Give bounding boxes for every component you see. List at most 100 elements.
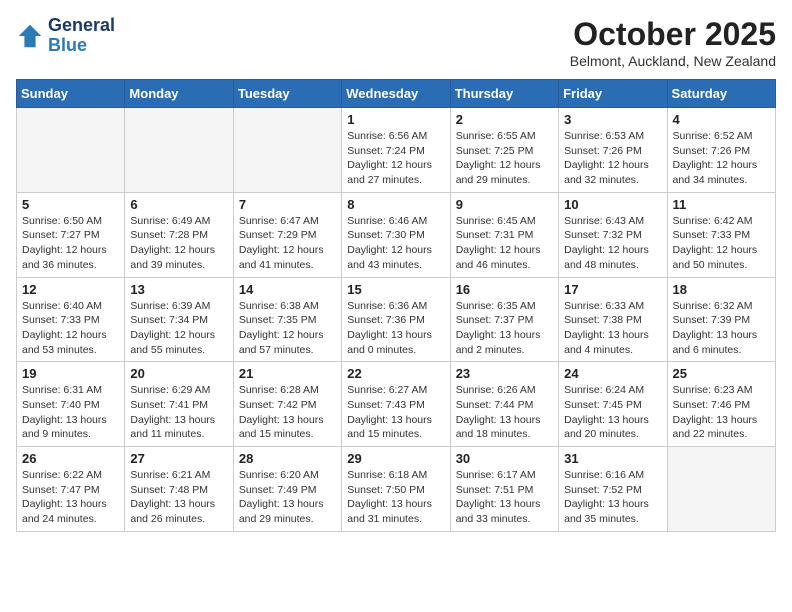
day-info: Sunrise: 6:52 AM Sunset: 7:26 PM Dayligh… <box>673 129 770 188</box>
calendar-cell: 17 Sunrise: 6:33 AM Sunset: 7:38 PM Dayli… <box>559 277 667 362</box>
calendar-cell <box>17 108 125 193</box>
page-header: General Blue October 2025 Belmont, Auckl… <box>16 16 776 69</box>
day-number: 14 <box>239 282 336 297</box>
day-number: 23 <box>456 366 553 381</box>
day-info: Sunrise: 6:24 AM Sunset: 7:45 PM Dayligh… <box>564 383 661 442</box>
day-info: Sunrise: 6:43 AM Sunset: 7:32 PM Dayligh… <box>564 214 661 273</box>
calendar-cell: 2 Sunrise: 6:55 AM Sunset: 7:25 PM Daylig… <box>450 108 558 193</box>
day-number: 19 <box>22 366 119 381</box>
day-number: 2 <box>456 112 553 127</box>
weekday-header-thursday: Thursday <box>450 80 558 108</box>
day-info: Sunrise: 6:50 AM Sunset: 7:27 PM Dayligh… <box>22 214 119 273</box>
weekday-header-friday: Friday <box>559 80 667 108</box>
day-number: 16 <box>456 282 553 297</box>
calendar-cell: 14 Sunrise: 6:38 AM Sunset: 7:35 PM Dayli… <box>233 277 341 362</box>
day-info: Sunrise: 6:40 AM Sunset: 7:33 PM Dayligh… <box>22 299 119 358</box>
logo-text: General Blue <box>48 16 115 56</box>
day-info: Sunrise: 6:45 AM Sunset: 7:31 PM Dayligh… <box>456 214 553 273</box>
day-info: Sunrise: 6:46 AM Sunset: 7:30 PM Dayligh… <box>347 214 444 273</box>
location: Belmont, Auckland, New Zealand <box>570 53 776 69</box>
day-number: 5 <box>22 197 119 212</box>
calendar-cell: 13 Sunrise: 6:39 AM Sunset: 7:34 PM Dayli… <box>125 277 233 362</box>
day-number: 21 <box>239 366 336 381</box>
calendar-cell: 16 Sunrise: 6:35 AM Sunset: 7:37 PM Dayli… <box>450 277 558 362</box>
weekday-header-sunday: Sunday <box>17 80 125 108</box>
day-info: Sunrise: 6:16 AM Sunset: 7:52 PM Dayligh… <box>564 468 661 527</box>
day-number: 17 <box>564 282 661 297</box>
calendar-cell: 4Sunrise: 6:52 AM Sunset: 7:26 PM Daylig… <box>667 108 775 193</box>
weekday-header-tuesday: Tuesday <box>233 80 341 108</box>
month-title: October 2025 <box>570 16 776 53</box>
weekday-header-wednesday: Wednesday <box>342 80 450 108</box>
calendar-cell: 27 Sunrise: 6:21 AM Sunset: 7:48 PM Dayli… <box>125 447 233 532</box>
calendar-cell: 7 Sunrise: 6:47 AM Sunset: 7:29 PM Daylig… <box>233 192 341 277</box>
day-number: 22 <box>347 366 444 381</box>
day-info: Sunrise: 6:27 AM Sunset: 7:43 PM Dayligh… <box>347 383 444 442</box>
calendar-cell: 28 Sunrise: 6:20 AM Sunset: 7:49 PM Dayli… <box>233 447 341 532</box>
day-number: 25 <box>673 366 770 381</box>
day-info: Sunrise: 6:39 AM Sunset: 7:34 PM Dayligh… <box>130 299 227 358</box>
day-info: Sunrise: 6:42 AM Sunset: 7:33 PM Dayligh… <box>673 214 770 273</box>
calendar-cell: 6 Sunrise: 6:49 AM Sunset: 7:28 PM Daylig… <box>125 192 233 277</box>
day-info: Sunrise: 6:28 AM Sunset: 7:42 PM Dayligh… <box>239 383 336 442</box>
day-info: Sunrise: 6:29 AM Sunset: 7:41 PM Dayligh… <box>130 383 227 442</box>
day-info: Sunrise: 6:32 AM Sunset: 7:39 PM Dayligh… <box>673 299 770 358</box>
calendar-cell: 31 Sunrise: 6:16 AM Sunset: 7:52 PM Dayli… <box>559 447 667 532</box>
day-info: Sunrise: 6:26 AM Sunset: 7:44 PM Dayligh… <box>456 383 553 442</box>
calendar-cell: 12 Sunrise: 6:40 AM Sunset: 7:33 PM Dayli… <box>17 277 125 362</box>
day-info: Sunrise: 6:22 AM Sunset: 7:47 PM Dayligh… <box>22 468 119 527</box>
calendar-cell: 26Sunrise: 6:22 AM Sunset: 7:47 PM Dayli… <box>17 447 125 532</box>
day-number: 10 <box>564 197 661 212</box>
week-row-4: 19 Sunrise: 6:31 AM Sunset: 7:40 PM Dayli… <box>17 362 776 447</box>
day-info: Sunrise: 6:55 AM Sunset: 7:25 PM Dayligh… <box>456 129 553 188</box>
day-info: Sunrise: 6:47 AM Sunset: 7:29 PM Dayligh… <box>239 214 336 273</box>
logo-icon <box>16 22 44 50</box>
day-number: 24 <box>564 366 661 381</box>
calendar-cell: 20 Sunrise: 6:29 AM Sunset: 7:41 PM Dayli… <box>125 362 233 447</box>
week-row-2: 5 Sunrise: 6:50 AM Sunset: 7:27 PM Daylig… <box>17 192 776 277</box>
day-info: Sunrise: 6:49 AM Sunset: 7:28 PM Dayligh… <box>130 214 227 273</box>
day-info: Sunrise: 6:38 AM Sunset: 7:35 PM Dayligh… <box>239 299 336 358</box>
day-info: Sunrise: 6:36 AM Sunset: 7:36 PM Dayligh… <box>347 299 444 358</box>
calendar-table: SundayMondayTuesdayWednesdayThursdayFrid… <box>16 79 776 532</box>
day-number: 13 <box>130 282 227 297</box>
day-info: Sunrise: 6:53 AM Sunset: 7:26 PM Dayligh… <box>564 129 661 188</box>
day-number: 12 <box>22 282 119 297</box>
calendar-cell: 21 Sunrise: 6:28 AM Sunset: 7:42 PM Dayli… <box>233 362 341 447</box>
day-number: 7 <box>239 197 336 212</box>
day-number: 3 <box>564 112 661 127</box>
calendar-cell: 5 Sunrise: 6:50 AM Sunset: 7:27 PM Daylig… <box>17 192 125 277</box>
day-info: Sunrise: 6:18 AM Sunset: 7:50 PM Dayligh… <box>347 468 444 527</box>
calendar-cell <box>125 108 233 193</box>
calendar-cell: 23 Sunrise: 6:26 AM Sunset: 7:44 PM Dayli… <box>450 362 558 447</box>
calendar-cell: 3 Sunrise: 6:53 AM Sunset: 7:26 PM Daylig… <box>559 108 667 193</box>
day-info: Sunrise: 6:33 AM Sunset: 7:38 PM Dayligh… <box>564 299 661 358</box>
calendar-cell: 22 Sunrise: 6:27 AM Sunset: 7:43 PM Dayli… <box>342 362 450 447</box>
calendar-cell <box>233 108 341 193</box>
day-info: Sunrise: 6:17 AM Sunset: 7:51 PM Dayligh… <box>456 468 553 527</box>
day-info: Sunrise: 6:31 AM Sunset: 7:40 PM Dayligh… <box>22 383 119 442</box>
day-number: 9 <box>456 197 553 212</box>
day-number: 20 <box>130 366 227 381</box>
day-info: Sunrise: 6:20 AM Sunset: 7:49 PM Dayligh… <box>239 468 336 527</box>
weekday-header-monday: Monday <box>125 80 233 108</box>
calendar-cell: 25Sunrise: 6:23 AM Sunset: 7:46 PM Dayli… <box>667 362 775 447</box>
calendar-cell: 9 Sunrise: 6:45 AM Sunset: 7:31 PM Daylig… <box>450 192 558 277</box>
logo: General Blue <box>16 16 115 56</box>
calendar-cell: 15Sunrise: 6:36 AM Sunset: 7:36 PM Dayli… <box>342 277 450 362</box>
week-row-5: 26Sunrise: 6:22 AM Sunset: 7:47 PM Dayli… <box>17 447 776 532</box>
day-number: 31 <box>564 451 661 466</box>
weekday-header-saturday: Saturday <box>667 80 775 108</box>
calendar-cell: 1Sunrise: 6:56 AM Sunset: 7:24 PM Daylig… <box>342 108 450 193</box>
day-info: Sunrise: 6:56 AM Sunset: 7:24 PM Dayligh… <box>347 129 444 188</box>
calendar-cell: 30Sunrise: 6:17 AM Sunset: 7:51 PM Dayli… <box>450 447 558 532</box>
day-number: 27 <box>130 451 227 466</box>
day-number: 28 <box>239 451 336 466</box>
title-block: October 2025 Belmont, Auckland, New Zeal… <box>570 16 776 69</box>
logo-line2: Blue <box>48 36 115 56</box>
day-info: Sunrise: 6:35 AM Sunset: 7:37 PM Dayligh… <box>456 299 553 358</box>
day-number: 6 <box>130 197 227 212</box>
calendar-cell: 18Sunrise: 6:32 AM Sunset: 7:39 PM Dayli… <box>667 277 775 362</box>
week-row-3: 12 Sunrise: 6:40 AM Sunset: 7:33 PM Dayli… <box>17 277 776 362</box>
day-info: Sunrise: 6:21 AM Sunset: 7:48 PM Dayligh… <box>130 468 227 527</box>
